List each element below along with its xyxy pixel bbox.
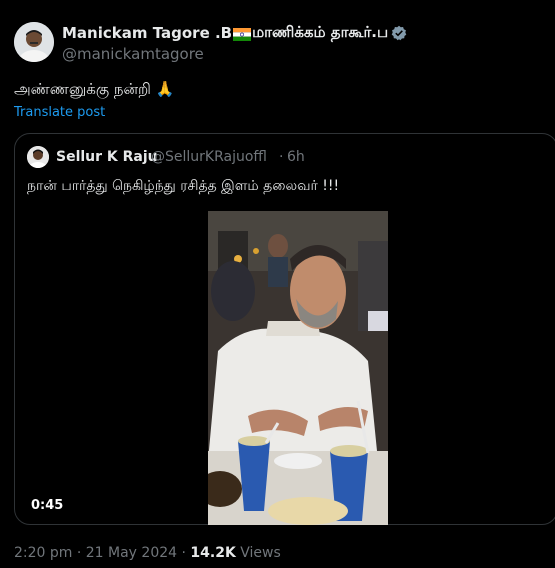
india-flag-icon: [233, 27, 252, 41]
quoted-author-name[interactable]: Sellur K Raju: [56, 149, 158, 165]
author-name[interactable]: Manickam Tagore .B மாணிக்கம் தாகூர்.ப: [62, 23, 407, 43]
quoted-author-avatar[interactable]: [27, 146, 49, 168]
author-name-prefix: Manickam Tagore .B: [62, 24, 233, 42]
video-thumbnail: [208, 211, 388, 525]
quoted-post-text: நான் பார்த்து நெகிழ்ந்து ரசித்த இளம் தலை…: [27, 178, 340, 194]
post-text: அண்ணனுக்கு நன்றி 🙏: [14, 80, 175, 98]
post-timestamp[interactable]: 2:20 pm · 21 May 2024 ·: [14, 545, 190, 561]
video-duration: 0:45: [31, 498, 64, 513]
quoted-post[interactable]: Sellur K Raju @SellurKRajuoffl · 6h நான்…: [14, 133, 555, 525]
verified-badge-icon[interactable]: [391, 25, 407, 41]
translate-post-link[interactable]: Translate post: [14, 105, 105, 120]
post: Manickam Tagore .B மாணிக்கம் தாகூர்.ப @m…: [0, 0, 555, 568]
quoted-author-handle[interactable]: @SellurKRajuoffl: [151, 149, 267, 165]
author-avatar[interactable]: [14, 22, 54, 62]
quoted-separator: ·: [279, 149, 284, 165]
views-count: 14.2K: [190, 545, 236, 561]
views-label: Views: [235, 545, 281, 561]
author-handle[interactable]: @manickamtagore: [62, 45, 204, 63]
quoted-post-time[interactable]: 6h: [287, 149, 305, 165]
video-player[interactable]: [208, 211, 388, 525]
post-meta: 2:20 pm · 21 May 2024 · 14.2K Views: [14, 545, 281, 561]
author-name-suffix: மாணிக்கம் தாகூர்.ப: [252, 23, 389, 41]
